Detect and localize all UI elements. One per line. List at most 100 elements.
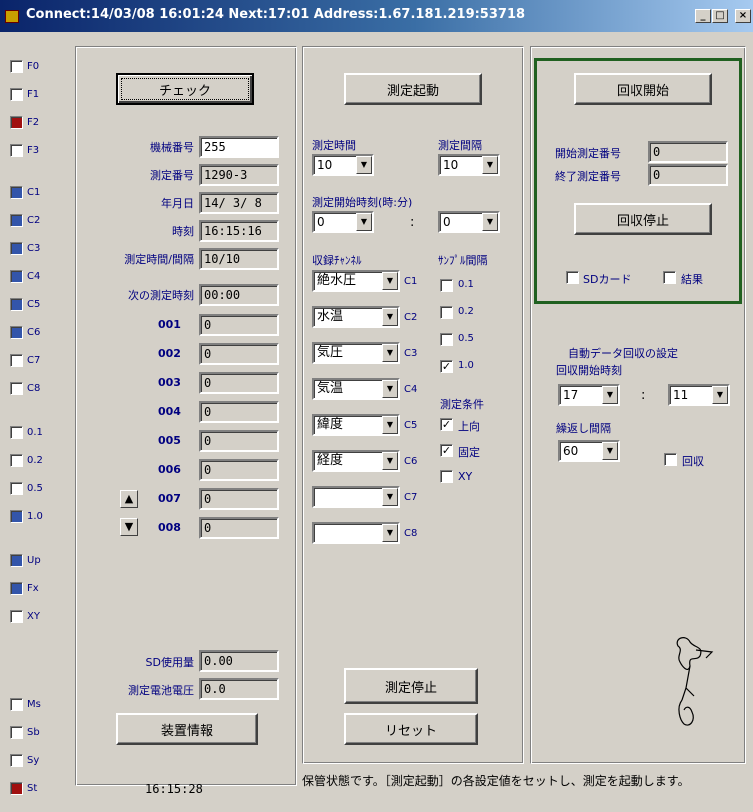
check-button[interactable]: チェック bbox=[116, 73, 254, 105]
sidebar-indicator bbox=[10, 186, 23, 199]
collect-start-button[interactable]: 回収開始 bbox=[574, 73, 712, 105]
date-field: 14/ 3/ 8 bbox=[199, 192, 279, 214]
repeat-interval-combo[interactable]: 60 ▼ bbox=[558, 440, 620, 462]
auto-hour-combo[interactable]: 17 ▼ bbox=[558, 384, 620, 406]
sidebar-indicator bbox=[10, 698, 23, 711]
result-checkbox[interactable] bbox=[663, 271, 676, 284]
sidebar-indicator-label: 0.1 bbox=[27, 427, 43, 438]
mascot-doodle-icon bbox=[676, 637, 714, 726]
sample-interval-checkbox[interactable] bbox=[440, 279, 453, 292]
channel-value-field: 0 bbox=[199, 430, 279, 452]
sidebar-indicator bbox=[10, 610, 23, 623]
dropdown-arrow-icon[interactable]: ▼ bbox=[382, 524, 398, 542]
dropdown-arrow-icon[interactable]: ▼ bbox=[602, 386, 618, 404]
clock-display: 16:15:28 bbox=[145, 782, 203, 796]
time-label: 時刻 bbox=[172, 225, 194, 238]
measure-interval-label: 測定間隔 bbox=[438, 139, 482, 152]
down-arrow-button[interactable]: ▼ bbox=[120, 518, 138, 536]
sidebar-indicator-label: C4 bbox=[27, 271, 41, 282]
channel-combo[interactable]: 水温 ▼ bbox=[312, 306, 400, 328]
dropdown-arrow-icon[interactable]: ▼ bbox=[382, 308, 398, 326]
stop-measure-button[interactable]: 測定停止 bbox=[344, 668, 478, 704]
sidebar-indicator bbox=[10, 298, 23, 311]
sample-interval-checkbox[interactable] bbox=[440, 306, 453, 319]
dropdown-arrow-icon[interactable]: ▼ bbox=[356, 156, 372, 174]
measure-interval-combo[interactable]: 10 ▼ bbox=[438, 154, 500, 176]
sample-interval-checkbox[interactable] bbox=[440, 333, 453, 346]
sidebar-indicator-label: F0 bbox=[27, 61, 40, 72]
channel-combo[interactable]: ▼ bbox=[312, 522, 400, 544]
condition-label-item: 固定 bbox=[458, 446, 480, 459]
up-arrow-button[interactable]: ▲ bbox=[120, 490, 138, 508]
sidebar-indicator bbox=[10, 726, 23, 739]
channel-number-label: 007 bbox=[158, 492, 181, 505]
condition-checkbox[interactable]: ✓ bbox=[440, 418, 453, 431]
condition-checkbox[interactable]: ✓ bbox=[440, 444, 453, 457]
condition-checkbox[interactable] bbox=[440, 470, 453, 483]
channel-value-field: 0 bbox=[199, 459, 279, 481]
sidebar-indicator bbox=[10, 454, 23, 467]
maximize-button[interactable]: □ bbox=[712, 9, 728, 23]
channel-combo[interactable]: 絶水圧 ▼ bbox=[312, 270, 400, 292]
dropdown-arrow-icon[interactable]: ▼ bbox=[356, 213, 372, 231]
dropdown-arrow-icon[interactable]: ▼ bbox=[382, 488, 398, 506]
sidebar-indicator-label: Sb bbox=[27, 727, 40, 738]
minimize-button[interactable]: _ bbox=[695, 9, 711, 23]
sidebar-indicator bbox=[10, 482, 23, 495]
dropdown-arrow-icon[interactable]: ▼ bbox=[602, 442, 618, 460]
auto-min-combo[interactable]: 11 ▼ bbox=[668, 384, 730, 406]
start-measure-button[interactable]: 測定起動 bbox=[344, 73, 482, 105]
channel-header-label: 収録ﾁｬﾝﾈﾙ bbox=[312, 254, 362, 267]
close-button[interactable]: × bbox=[735, 9, 751, 23]
channel-combo[interactable]: 経度 ▼ bbox=[312, 450, 400, 472]
start-no-field: 0 bbox=[648, 141, 728, 163]
sidebar-indicator-label: 0.5 bbox=[27, 483, 43, 494]
time-colon: : bbox=[410, 215, 415, 230]
start-hour-combo[interactable]: 0 ▼ bbox=[312, 211, 374, 233]
channel-combo[interactable]: ▼ bbox=[312, 486, 400, 508]
dropdown-arrow-icon[interactable]: ▼ bbox=[382, 452, 398, 470]
channel-combo[interactable]: 気圧 ▼ bbox=[312, 342, 400, 364]
collect-label: 回収 bbox=[682, 455, 704, 468]
collect-checkbox[interactable] bbox=[664, 453, 677, 466]
repeat-interval-label: 繰返し間隔 bbox=[556, 422, 611, 435]
start-min-value: 0 bbox=[443, 215, 451, 229]
sidebar-indicator-label: C3 bbox=[27, 243, 41, 254]
condition-label: 測定条件 bbox=[440, 398, 484, 411]
condition-label-item: XY bbox=[458, 470, 473, 483]
dropdown-arrow-icon[interactable]: ▼ bbox=[712, 386, 728, 404]
sd-card-checkbox[interactable] bbox=[566, 271, 579, 284]
dropdown-arrow-icon[interactable]: ▼ bbox=[382, 272, 398, 290]
title-bar[interactable]: Connect:14/03/08 16:01:24 Next:17:01 Add… bbox=[0, 0, 753, 32]
sample-interval-checkbox[interactable]: ✓ bbox=[440, 360, 453, 373]
device-info-button[interactable]: 装置情報 bbox=[116, 713, 258, 745]
collect-stop-button[interactable]: 回収停止 bbox=[574, 203, 712, 235]
dropdown-arrow-icon[interactable]: ▼ bbox=[482, 213, 498, 231]
dropdown-arrow-icon[interactable]: ▼ bbox=[482, 156, 498, 174]
dropdown-arrow-icon[interactable]: ▼ bbox=[382, 380, 398, 398]
measure-time-value: 10 bbox=[317, 158, 333, 172]
measure-time-label: 測定時間 bbox=[312, 139, 356, 152]
start-min-combo[interactable]: 0 ▼ bbox=[438, 211, 500, 233]
measure-no-label: 測定番号 bbox=[150, 169, 194, 182]
machine-no-field[interactable]: 255 bbox=[199, 136, 279, 158]
start-no-label: 開始測定番号 bbox=[555, 147, 621, 160]
channel-number-label: 006 bbox=[158, 463, 181, 476]
sidebar-indicator-label: Ms bbox=[27, 699, 41, 710]
start-time-label: 測定開始時刻(時:分) bbox=[312, 196, 413, 209]
sidebar-indicator-label: C1 bbox=[27, 187, 41, 198]
channel-tag-label: C8 bbox=[404, 528, 418, 539]
channel-combo[interactable]: 気温 ▼ bbox=[312, 378, 400, 400]
measure-time-combo[interactable]: 10 ▼ bbox=[312, 154, 374, 176]
sidebar-indicator-label: Up bbox=[27, 555, 41, 566]
channel-combo[interactable]: 緯度 ▼ bbox=[312, 414, 400, 436]
sidebar-indicator-label: Fx bbox=[27, 583, 39, 594]
sample-interval-label: 0.2 bbox=[458, 306, 474, 317]
dropdown-arrow-icon[interactable]: ▼ bbox=[382, 416, 398, 434]
channel-combo-value: 気温 bbox=[317, 381, 344, 396]
dropdown-arrow-icon[interactable]: ▼ bbox=[382, 344, 398, 362]
sidebar-indicator bbox=[10, 426, 23, 439]
channel-combo-value: 経度 bbox=[317, 453, 344, 468]
reset-button[interactable]: リセット bbox=[344, 713, 478, 745]
channel-value-field: 0 bbox=[199, 372, 279, 394]
